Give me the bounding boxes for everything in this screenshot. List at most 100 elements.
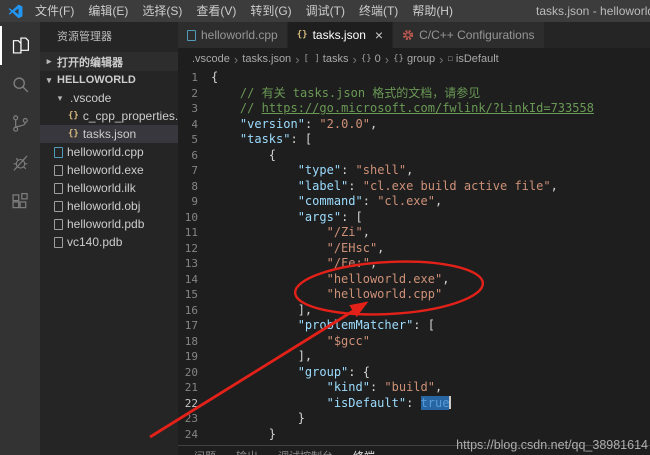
tree-item[interactable]: vc140.pdb [40,233,178,251]
code-text: { [211,148,276,164]
tree-item[interactable]: helloworld.cpp [40,143,178,161]
chevron-right-icon: › [352,52,356,67]
breadcrumb-label: group [407,53,435,65]
code-area[interactable]: 1{2 // 有关 tasks.json 格式的文档，请参见3 // https… [178,70,650,455]
chevron-right-icon: › [234,52,238,67]
breadcrumb-item[interactable]: tasks.json [241,53,292,65]
file-label: tasks.json [83,127,136,141]
chevron-down-icon: ▾ [43,75,55,86]
tree-item[interactable]: {}tasks.json [40,125,178,143]
breadcrumb-item[interactable]: {}group [392,53,436,65]
menu-bar: 文件(F)编辑(E)选择(S)查看(V)转到(G)调试(T)终端(T)帮助(H) [28,0,460,22]
watermark-text: https://blog.csdn.net/qq_38981614 [456,438,648,452]
tree-item[interactable]: {} c_cpp_properties.json [40,107,178,125]
tab-tasks-json[interactable]: {}tasks.json× [288,22,393,48]
tab-label: tasks.json [313,28,366,42]
line-number: 7 [178,163,211,179]
file-label: helloworld.pdb [67,217,144,231]
code-line: 20 "group": { [178,365,650,381]
menu-item[interactable]: 查看(V) [189,0,243,22]
tree-item[interactable]: helloworld.exe [40,161,178,179]
code-text: "label": "cl.exe build active file", [211,179,558,195]
file-label: helloworld.obj [67,199,140,213]
json-file-icon: {} [68,111,79,121]
line-number: 3 [178,101,211,117]
search-icon [10,74,31,95]
tree-item[interactable]: helloworld.obj [40,197,178,215]
menu-item[interactable]: 帮助(H) [405,0,460,22]
line-number: 6 [178,148,211,164]
menu-item[interactable]: 编辑(E) [81,0,135,22]
activity-search[interactable] [0,65,40,104]
menu-item[interactable]: 调试(T) [299,0,352,22]
line-number: 17 [178,318,211,334]
menu-item[interactable]: 文件(F) [28,0,81,22]
breadcrumb-item[interactable]: [ ]tasks [303,53,350,65]
code-line: 12 "/EHsc", [178,241,650,257]
source-control-icon [10,113,31,134]
file-icon [54,219,63,230]
panel-tab[interactable]: 终端 [353,448,375,455]
code-line: 16 ], [178,303,650,319]
code-text: "command": "cl.exe", [211,194,442,210]
code-text: } [211,411,305,427]
activity-extensions[interactable] [0,182,40,221]
line-number: 10 [178,210,211,226]
tree-item[interactable]: helloworld.pdb [40,215,178,233]
symbol-icon: {} [393,54,404,64]
menu-item[interactable]: 转到(G) [243,0,298,22]
file-icon [54,165,63,176]
sidebar-title: 资源管理器 [40,22,178,52]
tab-label: C/C++ Configurations [419,28,534,42]
breadcrumb-item[interactable]: .vscode [191,53,231,65]
code-line: 8 "label": "cl.exe build active file", [178,179,650,195]
breadcrumb-item[interactable]: ☐isDefault [446,53,499,65]
panel-tab[interactable]: 输出 [236,448,258,455]
tree-item[interactable]: ▾.vscode [40,89,178,107]
activity-debug[interactable] [0,143,40,182]
chevron-right-icon: › [295,52,299,67]
tab-helloworld-cpp[interactable]: helloworld.cpp [178,22,288,48]
code-text: "/EHsc", [211,241,384,257]
line-number: 20 [178,365,211,381]
file-label: .vscode [70,91,111,105]
file-tree: ▾.vscode {} c_cpp_properties.json {}tasks.j… [40,89,178,251]
folder-root-label: HELLOWORLD [57,74,136,86]
code-text: { [211,70,218,86]
tab-c-c-configurations[interactable]: C/C++ Configurations [393,22,544,48]
chevron-right-icon: › [439,52,443,67]
tab-bar: helloworld.cpp{}tasks.json×C/C++ Configu… [178,22,650,48]
code-line: 15 "helloworld.cpp" [178,287,650,303]
code-text: "group": { [211,365,370,381]
line-number: 13 [178,256,211,272]
panel-tab[interactable]: 问题 [194,448,216,455]
extensions-icon [10,191,31,212]
open-editors-section[interactable]: ▸ 打开的编辑器 [40,52,178,71]
code-line: 1{ [178,70,650,86]
close-icon[interactable]: × [375,28,383,42]
explorer-icon [10,35,31,56]
code-line: 21 "kind": "build", [178,380,650,396]
line-number: 8 [178,179,211,195]
file-label: vc140.pdb [67,235,122,249]
code-text: ], [211,349,312,365]
cpp-file-icon [54,147,63,158]
menu-item[interactable]: 选择(S) [135,0,189,22]
line-number: 16 [178,303,211,319]
breadcrumb-item[interactable]: {}0 [360,53,382,65]
code-text: "$gcc" [211,334,370,350]
line-number: 23 [178,411,211,427]
file-label: c_cpp_properties.json [83,109,178,123]
activity-explorer[interactable] [0,26,40,65]
code-line: 19 ], [178,349,650,365]
code-text: // https://go.microsoft.com/fwlink/?Link… [211,101,594,117]
file-icon [54,183,63,194]
activity-source-control[interactable] [0,104,40,143]
menu-item[interactable]: 终端(T) [352,0,405,22]
folder-root-section[interactable]: ▾ HELLOWORLD [40,71,178,89]
line-number: 2 [178,86,211,102]
activity-bar [0,22,40,455]
tree-item[interactable]: helloworld.ilk [40,179,178,197]
code-line: 17 "problemMatcher": [ [178,318,650,334]
panel-tab[interactable]: 调试控制台 [278,448,333,455]
